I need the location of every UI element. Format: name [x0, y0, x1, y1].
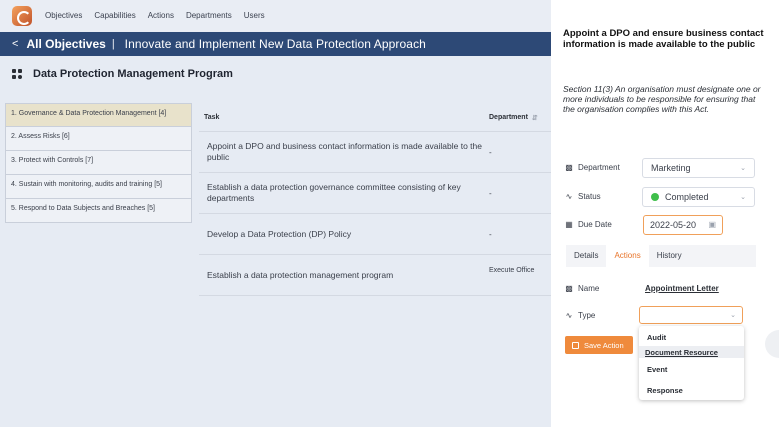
department-cell: Execute Office [489, 267, 535, 274]
calendar-icon: ▦ [565, 220, 573, 229]
calendar-icon[interactable]: ▣ [708, 220, 716, 229]
status-select[interactable]: Completed ⌄ [642, 187, 755, 207]
due-date-field-label: ▦ Due Date [564, 220, 612, 229]
table-header: Task Department ⇵ [199, 104, 551, 132]
type-label: Type [578, 311, 596, 320]
objective-title: Innovate and Implement New Data Protecti… [124, 37, 426, 51]
tab-history[interactable]: History [649, 245, 690, 267]
chevron-left-icon[interactable]: < [12, 38, 18, 50]
program-heading: Data Protection Management Program [12, 68, 233, 80]
table-row[interactable]: Appoint a DPO and business contact infor… [199, 132, 551, 173]
department-field-label: ▩ Department [564, 163, 620, 172]
dropdown-option[interactable]: Audit [639, 328, 744, 346]
table-row[interactable]: Establish a data protection management p… [199, 255, 551, 296]
nav-item-users[interactable]: Users [244, 11, 265, 20]
dropdown-option[interactable]: Event [639, 360, 744, 378]
due-date-input[interactable]: 2022-05-20 ▣ [643, 215, 723, 235]
category-list: 1. Governance & Data Protection Manageme… [5, 103, 192, 223]
tab-actions[interactable]: Actions [606, 245, 649, 267]
top-nav: Objectives Capabilities Actions Departme… [0, 0, 551, 32]
name-field-label: ▩ Name [564, 284, 599, 293]
task-cell: Appoint a DPO and business contact infor… [207, 141, 482, 162]
due-date-value: 2022-05-20 [650, 220, 697, 230]
department-cell: - [489, 188, 492, 198]
table-row[interactable]: Develop a Data Protection (DP) Policy - [199, 214, 551, 255]
status-value: Completed [665, 192, 709, 202]
app-logo[interactable] [12, 6, 32, 26]
department-select[interactable]: Marketing ⌄ [642, 158, 755, 178]
task-detail-title: Appoint a DPO and ensure business contac… [563, 28, 764, 50]
department-cell: - [489, 229, 492, 239]
status-dot [651, 193, 659, 201]
org-chart-icon: ▩ [565, 284, 573, 293]
nav-item-departments[interactable]: Departments [186, 11, 232, 20]
org-chart-icon: ▩ [565, 163, 573, 172]
task-cell: Establish a data protection governance c… [207, 182, 461, 203]
save-icon [572, 341, 579, 349]
status-field-label: ∿ Status [564, 192, 601, 201]
task-cell: Develop a Data Protection (DP) Policy [207, 228, 352, 239]
tab-details[interactable]: Details [566, 245, 606, 267]
program-title: Data Protection Management Program [33, 68, 233, 80]
chevron-down-icon: ⌄ [740, 165, 746, 172]
task-detail-description: Section 11(3) An organisation must desig… [563, 84, 761, 114]
category-item[interactable]: 4. Sustain with monitoring, audits and t… [5, 175, 192, 199]
header-separator: | [111, 38, 115, 50]
table-row[interactable]: Establish a data protection governance c… [199, 173, 551, 214]
department-column-label: Department [489, 113, 528, 121]
nav-item-objectives[interactable]: Objectives [45, 11, 82, 20]
save-action-label: Save Action [584, 340, 624, 350]
objective-header: < All Objectives | Innovate and Implemen… [0, 32, 551, 56]
grid-icon [12, 69, 22, 79]
detail-tabs: Details Actions History [566, 245, 756, 267]
dropdown-option[interactable]: Response [639, 381, 744, 399]
chevron-down-icon: ⌄ [730, 312, 736, 319]
category-item[interactable]: 5. Respond to Data Subjects and Breaches… [5, 199, 192, 223]
category-item[interactable]: 1. Governance & Data Protection Manageme… [5, 103, 192, 127]
department-value: Marketing [651, 163, 691, 173]
task-column-header[interactable]: Task [199, 114, 489, 121]
department-label: Department [578, 163, 620, 172]
category-item[interactable]: 2. Assess Risks [6] [5, 127, 192, 151]
type-dropdown-menu: Audit Document Resource Event Response [639, 326, 744, 400]
department-cell: - [489, 147, 492, 157]
nav-item-actions[interactable]: Actions [148, 11, 174, 20]
dropdown-option[interactable]: Document Resource [639, 346, 744, 358]
name-label: Name [578, 284, 600, 293]
chevron-down-icon: ⌄ [740, 194, 746, 201]
save-action-button[interactable]: Save Action [565, 336, 633, 354]
action-name-field[interactable]: Appointment Letter [645, 284, 719, 293]
nav-links: Objectives Capabilities Actions Departme… [45, 11, 265, 20]
type-field-label: ∿ Type [564, 311, 596, 320]
category-item[interactable]: 3. Protect with Controls [7] [5, 151, 192, 175]
task-table: Task Department ⇵ Appoint a DPO and busi… [199, 104, 551, 296]
department-column-header[interactable]: Department ⇵ [489, 114, 551, 122]
type-select[interactable]: ⌄ [639, 306, 743, 324]
all-objectives-link[interactable]: All Objectives [26, 37, 105, 51]
task-cell: Establish a data protection management p… [207, 269, 394, 280]
activity-icon: ∿ [565, 311, 573, 320]
status-label: Status [578, 192, 601, 201]
due-date-label: Due Date [578, 220, 612, 229]
nav-item-capabilities[interactable]: Capabilities [94, 11, 135, 20]
sort-icon[interactable]: ⇵ [532, 114, 538, 122]
activity-icon: ∿ [565, 192, 573, 201]
